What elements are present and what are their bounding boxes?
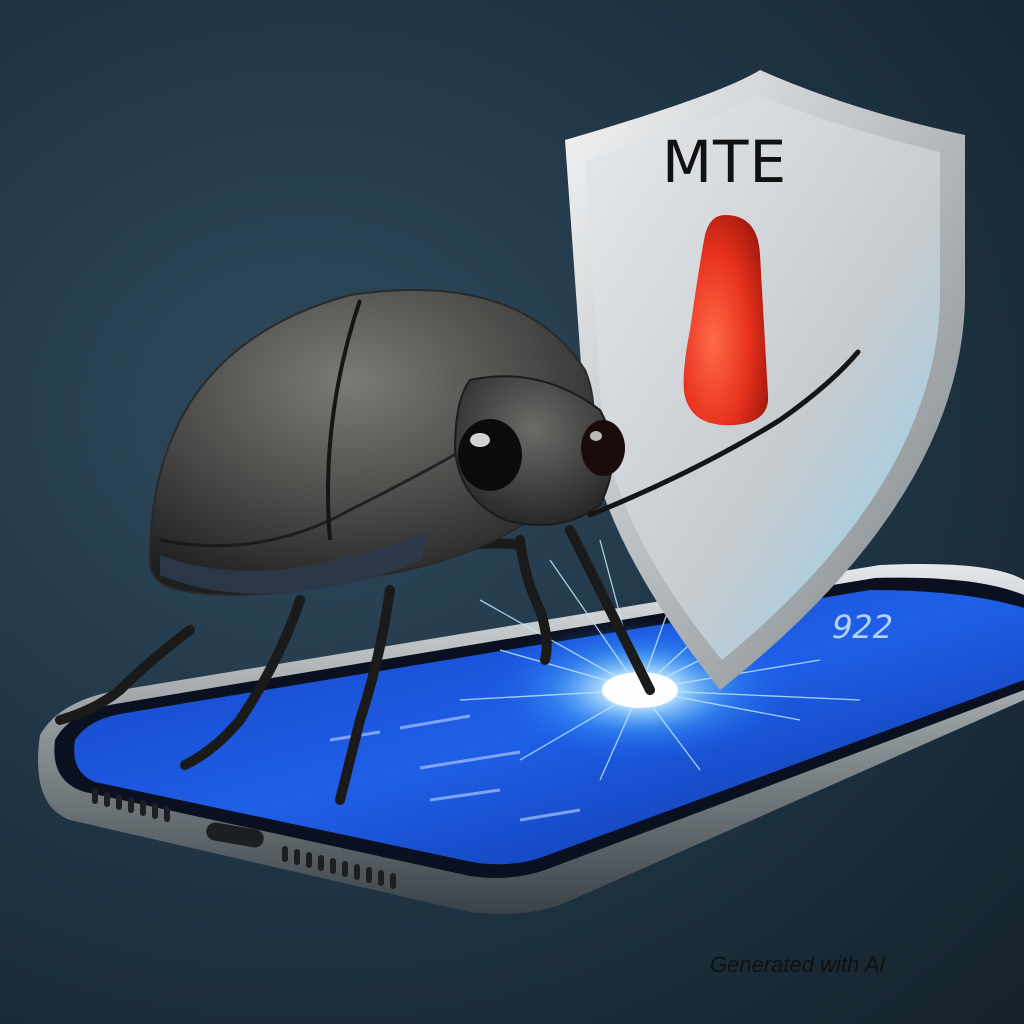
beetle-eye-left [458, 419, 522, 491]
phone-clock-text: 922 [827, 608, 898, 646]
ai-generated-caption: Generated with AI [710, 952, 886, 977]
illustration-scene [38, 70, 1024, 914]
shield-label: MTE [662, 128, 788, 196]
beetle-eye-right [581, 420, 625, 476]
